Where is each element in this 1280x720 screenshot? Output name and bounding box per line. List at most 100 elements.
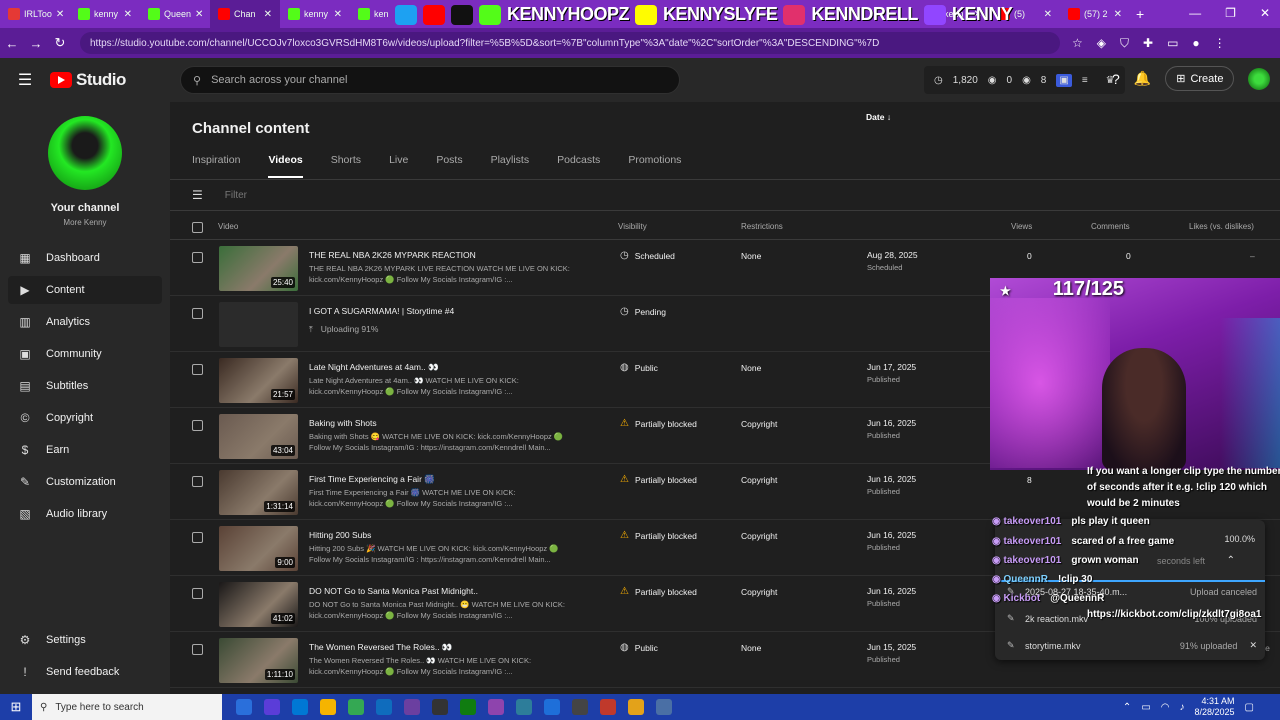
filter-input[interactable]: Filter <box>225 190 247 201</box>
column-visibility[interactable]: Visibility <box>618 222 647 231</box>
column-comments[interactable]: Comments <box>1091 222 1130 231</box>
video-thumbnail[interactable]: 25:40 <box>219 246 298 291</box>
notification-center-icon[interactable]: ▢ <box>1245 702 1254 713</box>
tab-close-icon[interactable]: ✕ <box>124 9 132 20</box>
app-icon-1[interactable] <box>488 699 504 715</box>
folder-icon[interactable] <box>628 699 644 715</box>
tab-close-icon[interactable]: ✕ <box>56 9 64 20</box>
notifications-bell-icon[interactable]: 🔔 <box>1134 70 1151 87</box>
clock[interactable]: 4:31 AM 8/28/2025 <box>1195 696 1235 718</box>
video-thumbnail[interactable]: 41:02 <box>219 582 298 627</box>
column-views[interactable]: Views <box>1011 222 1032 231</box>
video-title[interactable]: Late Night Adventures at 4am.. 👀 <box>309 362 439 373</box>
browser-tab[interactable]: Chan ✕ <box>210 0 280 28</box>
reload-icon[interactable]: ↻ <box>48 35 72 51</box>
row-checkbox[interactable] <box>192 588 203 599</box>
back-icon[interactable]: ← <box>0 36 24 51</box>
video-title[interactable]: I GOT A SUGARMAMA! | Storytime #4 <box>309 306 454 316</box>
puzzle-icon[interactable]: ✚ <box>1143 36 1153 51</box>
obs-icon[interactable] <box>404 699 420 715</box>
app-icon-3[interactable] <box>544 699 560 715</box>
profile-icon[interactable]: ● <box>1192 36 1199 51</box>
shield-icon[interactable]: ⛉ <box>1120 36 1129 51</box>
row-checkbox[interactable] <box>192 420 203 431</box>
cancel-upload-icon[interactable]: ✕ <box>1249 640 1257 651</box>
video-thumbnail[interactable]: 9:00 <box>219 526 298 571</box>
xbox-icon[interactable] <box>460 699 476 715</box>
network-icon[interactable]: ▭ <box>1141 702 1150 713</box>
sidebar-item-audio-library[interactable]: ▧ Audio library <box>8 500 162 528</box>
task-view-icon[interactable] <box>236 699 252 715</box>
row-checkbox[interactable] <box>192 252 203 263</box>
taskbar-search[interactable]: ⚲ Type here to search <box>32 694 222 720</box>
browser-tab[interactable]: (57) 2 ✕ <box>1060 0 1130 28</box>
windows-start-icon[interactable]: ⊞ <box>0 699 32 715</box>
visibility-status[interactable]: ◍ Public <box>620 642 658 653</box>
channel-avatar[interactable] <box>48 116 122 190</box>
column-likes[interactable]: Likes (vs. dislikes) <box>1189 222 1254 231</box>
edit-pencil-icon[interactable]: ✎ <box>1007 613 1025 624</box>
row-checkbox[interactable] <box>192 364 203 375</box>
visibility-status[interactable]: ◷ Scheduled <box>620 250 675 261</box>
tab-playlists[interactable]: Playlists <box>491 154 530 178</box>
tab-videos[interactable]: Videos <box>268 154 303 178</box>
sidebar-icon[interactable]: ▭ <box>1167 36 1178 51</box>
bookmark-star-icon[interactable]: ☆ <box>1072 36 1083 51</box>
tab-close-icon[interactable]: ✕ <box>195 9 203 20</box>
filter-icon[interactable]: ☰ <box>192 188 203 202</box>
tab-podcasts[interactable]: Podcasts <box>557 154 600 178</box>
new-tab-icon[interactable]: + <box>1136 6 1144 22</box>
app-icon-2[interactable] <box>516 699 532 715</box>
sidebar-item-settings[interactable]: ⚙ Settings <box>8 626 162 654</box>
row-checkbox[interactable] <box>192 308 203 319</box>
video-title[interactable]: THE REAL NBA 2K26 MYPARK REACTION <box>309 250 476 260</box>
sidebar-item-earn[interactable]: $ Earn <box>8 436 162 464</box>
volume-icon[interactable]: ♪ <box>1180 702 1185 713</box>
select-all-checkbox[interactable] <box>192 222 203 233</box>
video-thumbnail[interactable]: 21:57 <box>219 358 298 403</box>
visibility-status[interactable]: ◷ Pending <box>620 306 666 317</box>
sidebar-item-dashboard[interactable]: ▦ Dashboard <box>8 244 162 272</box>
video-title[interactable]: First Time Experiencing a Fair 🎆 <box>309 474 435 485</box>
browser-tab[interactable]: kenny ✕ <box>280 0 350 28</box>
browser-tab[interactable]: IRLToo ✕ <box>0 0 70 28</box>
create-button[interactable]: ⊞ Create <box>1165 66 1235 91</box>
video-thumbnail[interactable]: 43:04 <box>219 414 298 459</box>
outlook-icon[interactable] <box>376 699 392 715</box>
row-checkbox[interactable] <box>192 644 203 655</box>
edit-pencil-icon[interactable]: ✎ <box>1007 640 1025 651</box>
restore-icon[interactable]: ❐ <box>1225 6 1236 20</box>
url-field[interactable]: https://studio.youtube.com/channel/UCCOJ… <box>80 32 1060 54</box>
browser-tab[interactable]: Queen ✕ <box>140 0 210 28</box>
tab-posts[interactable]: Posts <box>436 154 462 178</box>
sidebar-item-content[interactable]: ▶ Content <box>8 276 162 304</box>
video-thumbnail[interactable]: 1:31:14 <box>219 470 298 515</box>
tray-chevron-icon[interactable]: ⌃ <box>1123 702 1131 713</box>
tab-close-icon[interactable]: ✕ <box>264 9 272 20</box>
column-restrictions[interactable]: Restrictions <box>741 222 783 231</box>
video-thumbnail[interactable]: 1:11:10 <box>219 638 298 683</box>
tab-live[interactable]: Live <box>389 154 408 178</box>
sidebar-item-send-feedback[interactable]: ! Send feedback <box>8 658 162 686</box>
account-avatar[interactable] <box>1248 67 1271 90</box>
tab-inspiration[interactable]: Inspiration <box>192 154 240 178</box>
help-icon[interactable]: ? <box>1112 71 1120 87</box>
studio-logo[interactable]: Studio <box>50 70 180 90</box>
store-icon[interactable] <box>292 699 308 715</box>
stats-widget[interactable]: ◷ 1,820 ◉ 0 ◉ 8 ▣ ≡ ♛ <box>924 66 1125 94</box>
visibility-status[interactable]: ⚠ Partially blocked <box>620 530 697 541</box>
menu-dots-icon[interactable]: ⋮ <box>1214 36 1226 51</box>
video-title[interactable]: Baking with Shots <box>309 418 377 428</box>
browser-tab[interactable]: kenny ✕ <box>70 0 140 28</box>
visibility-status[interactable]: ⚠ Partially blocked <box>620 418 697 429</box>
visibility-status[interactable]: ◍ Public <box>620 362 658 373</box>
sidebar-item-copyright[interactable]: © Copyright <box>8 404 162 432</box>
sidebar-item-analytics[interactable]: ▥ Analytics <box>8 308 162 336</box>
tab-close-icon[interactable]: ✕ <box>334 9 342 20</box>
app-icon-4[interactable] <box>572 699 588 715</box>
wifi-icon[interactable]: ◠ <box>1161 702 1170 713</box>
row-checkbox[interactable] <box>192 476 203 487</box>
minimize-icon[interactable]: — <box>1189 6 1201 20</box>
sidebar-item-customization[interactable]: ✎ Customization <box>8 468 162 496</box>
visibility-status[interactable]: ⚠ Partially blocked <box>620 586 697 597</box>
